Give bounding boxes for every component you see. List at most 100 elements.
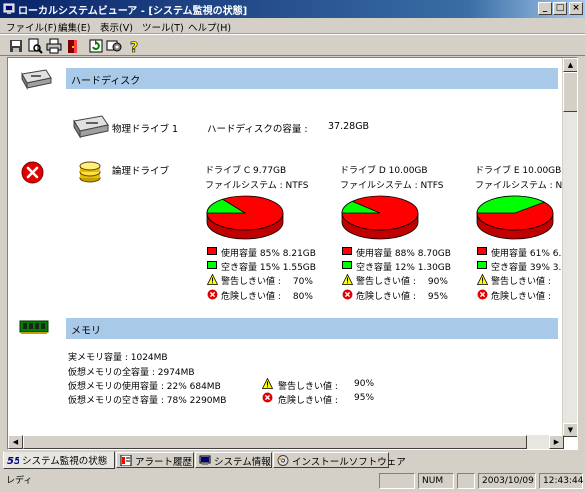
- menu-tools[interactable]: ツール(T): [142, 20, 184, 34]
- danger-label: 危険しきい値 :: [491, 292, 551, 302]
- menu-bar: ファイル(F) 編集(E) 表示(V) ツール(T) ヘルプ(H): [0, 18, 585, 34]
- memory-section-header: メモリ: [66, 318, 558, 339]
- monitor-panel: ハードディスク 物理ドライブ 1 ハードディスクの容量 : 37.28GB 論理…: [7, 57, 578, 450]
- save-icon[interactable]: [8, 38, 24, 54]
- drive-usage-pie: [476, 195, 554, 240]
- memory-icon: [19, 320, 49, 334]
- danger-value: 95%: [427, 292, 448, 302]
- used-value: 61% 6.: [529, 249, 562, 259]
- horizontal-scroll-thumb[interactable]: [23, 435, 527, 449]
- memory-danger-value: 95%: [354, 393, 375, 403]
- disk-capacity-value: 37.28GB: [328, 121, 370, 132]
- status-blank-2: [457, 473, 475, 489]
- warning-icon: [207, 274, 218, 285]
- monitor-tab-icon: 55: [7, 456, 19, 465]
- refresh-icon[interactable]: [88, 38, 104, 54]
- drive-e: ドライブ E 10.00GB ファイルシステム : N 使用容量 61% 6. …: [475, 163, 563, 303]
- free-value: 15% 1.55GB: [259, 263, 316, 273]
- used-label: 使用容量: [221, 249, 258, 259]
- drive-usage-pie: [341, 195, 419, 240]
- status-time: 12:43:44: [539, 473, 583, 489]
- close-button[interactable]: ×: [569, 2, 583, 15]
- alert-history-icon: [120, 455, 132, 466]
- status-blank-1: [379, 473, 415, 489]
- window-title: ローカルシステムビューア - [システム監視の状態]: [18, 6, 248, 17]
- free-swatch: [342, 261, 352, 269]
- minimize-button[interactable]: _: [538, 2, 552, 15]
- harddisk-icon: [21, 69, 52, 90]
- drive-title: ドライブ C 9.77GB: [205, 166, 287, 176]
- free-label: 空き容量: [221, 263, 258, 273]
- danger-value: 80%: [292, 292, 313, 302]
- vertical-scroll-thumb[interactable]: [563, 72, 577, 112]
- scroll-right-button[interactable]: ▶: [549, 435, 564, 449]
- status-text: レディ: [6, 476, 33, 486]
- scroll-down-button[interactable]: ▼: [563, 423, 577, 437]
- system-info-icon: [199, 455, 211, 465]
- tab-system-monitor[interactable]: 55 システム監視の状態: [3, 451, 115, 469]
- memory-warning-label: 警告しきい値 :: [278, 382, 338, 392]
- scroll-left-button[interactable]: ◀: [8, 435, 23, 449]
- physical-drive-icon: [73, 115, 109, 139]
- status-bar: レディ NUM 2003/10/09 12:43:44: [0, 471, 585, 492]
- settings-icon[interactable]: [106, 38, 122, 54]
- used-value: 88% 8.70GB: [394, 249, 451, 259]
- tab-label: システム監視の状態: [22, 456, 108, 467]
- danger-label: 危険しきい値 :: [356, 292, 416, 302]
- menu-help[interactable]: ヘルプ(H): [188, 20, 231, 34]
- danger-icon: [342, 289, 353, 300]
- menu-edit[interactable]: 編集(E): [58, 20, 90, 34]
- print-icon[interactable]: [46, 38, 62, 54]
- memory-danger-label: 危険しきい値 :: [278, 396, 338, 406]
- warning-value: 70%: [292, 277, 313, 287]
- toolbar: ?: [0, 34, 585, 56]
- drive-title: ドライブ D 10.00GB: [340, 166, 428, 176]
- danger-label: 危険しきい値 :: [221, 292, 281, 302]
- drive-title: ドライブ E 10.00GB: [475, 166, 562, 176]
- warning-value: 90%: [427, 277, 448, 287]
- virtual-memory-total: 仮想メモリの全容量 : 2974MB: [68, 368, 195, 378]
- drive-filesystem: ファイルシステム : N: [475, 181, 563, 191]
- software-icon: [277, 455, 289, 466]
- used-value: 85% 8.21GB: [259, 249, 316, 259]
- warning-icon: [262, 378, 273, 389]
- free-value: 39% 3.: [529, 263, 562, 273]
- danger-icon: [262, 392, 273, 403]
- warning-icon: [342, 274, 353, 285]
- used-swatch: [477, 247, 487, 255]
- menu-file[interactable]: ファイル(F): [6, 20, 57, 34]
- used-swatch: [207, 247, 217, 255]
- physical-drive-label: 物理ドライブ 1: [112, 124, 179, 135]
- free-swatch: [207, 261, 217, 269]
- used-label: 使用容量: [356, 249, 393, 259]
- title-bar[interactable]: ローカルシステムビューア - [システム監視の状態] _ □ ×: [0, 0, 585, 18]
- free-label: 空き容量: [491, 263, 528, 273]
- preview-icon[interactable]: [27, 38, 43, 54]
- menu-view[interactable]: 表示(V): [100, 20, 133, 34]
- warning-icon: [477, 274, 488, 285]
- logical-drive-icon: [79, 161, 101, 183]
- maximize-button[interactable]: □: [553, 2, 567, 15]
- drive-usage-pie: [206, 195, 284, 240]
- tab-installed-software[interactable]: インストールソフトウェア: [273, 452, 406, 468]
- error-icon: [21, 161, 44, 184]
- vertical-scrollbar[interactable]: ▲ ▼: [562, 58, 577, 437]
- logical-drive-label: 論理ドライブ: [112, 166, 170, 177]
- memory-warning-value: 90%: [354, 379, 375, 389]
- scroll-up-button[interactable]: ▲: [563, 58, 577, 72]
- virtual-memory-used: 仮想メモリの使用容量 : 22% 684MB: [68, 382, 221, 392]
- warning-label: 警告しきい値 :: [221, 277, 281, 287]
- help-icon[interactable]: ?: [126, 38, 142, 54]
- free-label: 空き容量: [356, 263, 393, 273]
- tab-label: システム情報: [214, 457, 271, 468]
- free-value: 12% 1.30GB: [394, 263, 451, 273]
- tab-system-info[interactable]: システム情報: [195, 452, 272, 468]
- danger-icon: [477, 289, 488, 300]
- disk-capacity-label: ハードディスクの容量 :: [207, 124, 308, 135]
- harddisk-section-header: ハードディスク: [66, 68, 558, 89]
- tab-label: アラート履歴: [135, 457, 193, 468]
- horizontal-scrollbar[interactable]: ◀ ▶: [8, 435, 564, 449]
- tab-alert-history[interactable]: アラート履歴: [116, 452, 194, 468]
- exit-icon[interactable]: [65, 38, 81, 54]
- real-memory: 実メモリ容量 : 1024MB: [68, 353, 168, 363]
